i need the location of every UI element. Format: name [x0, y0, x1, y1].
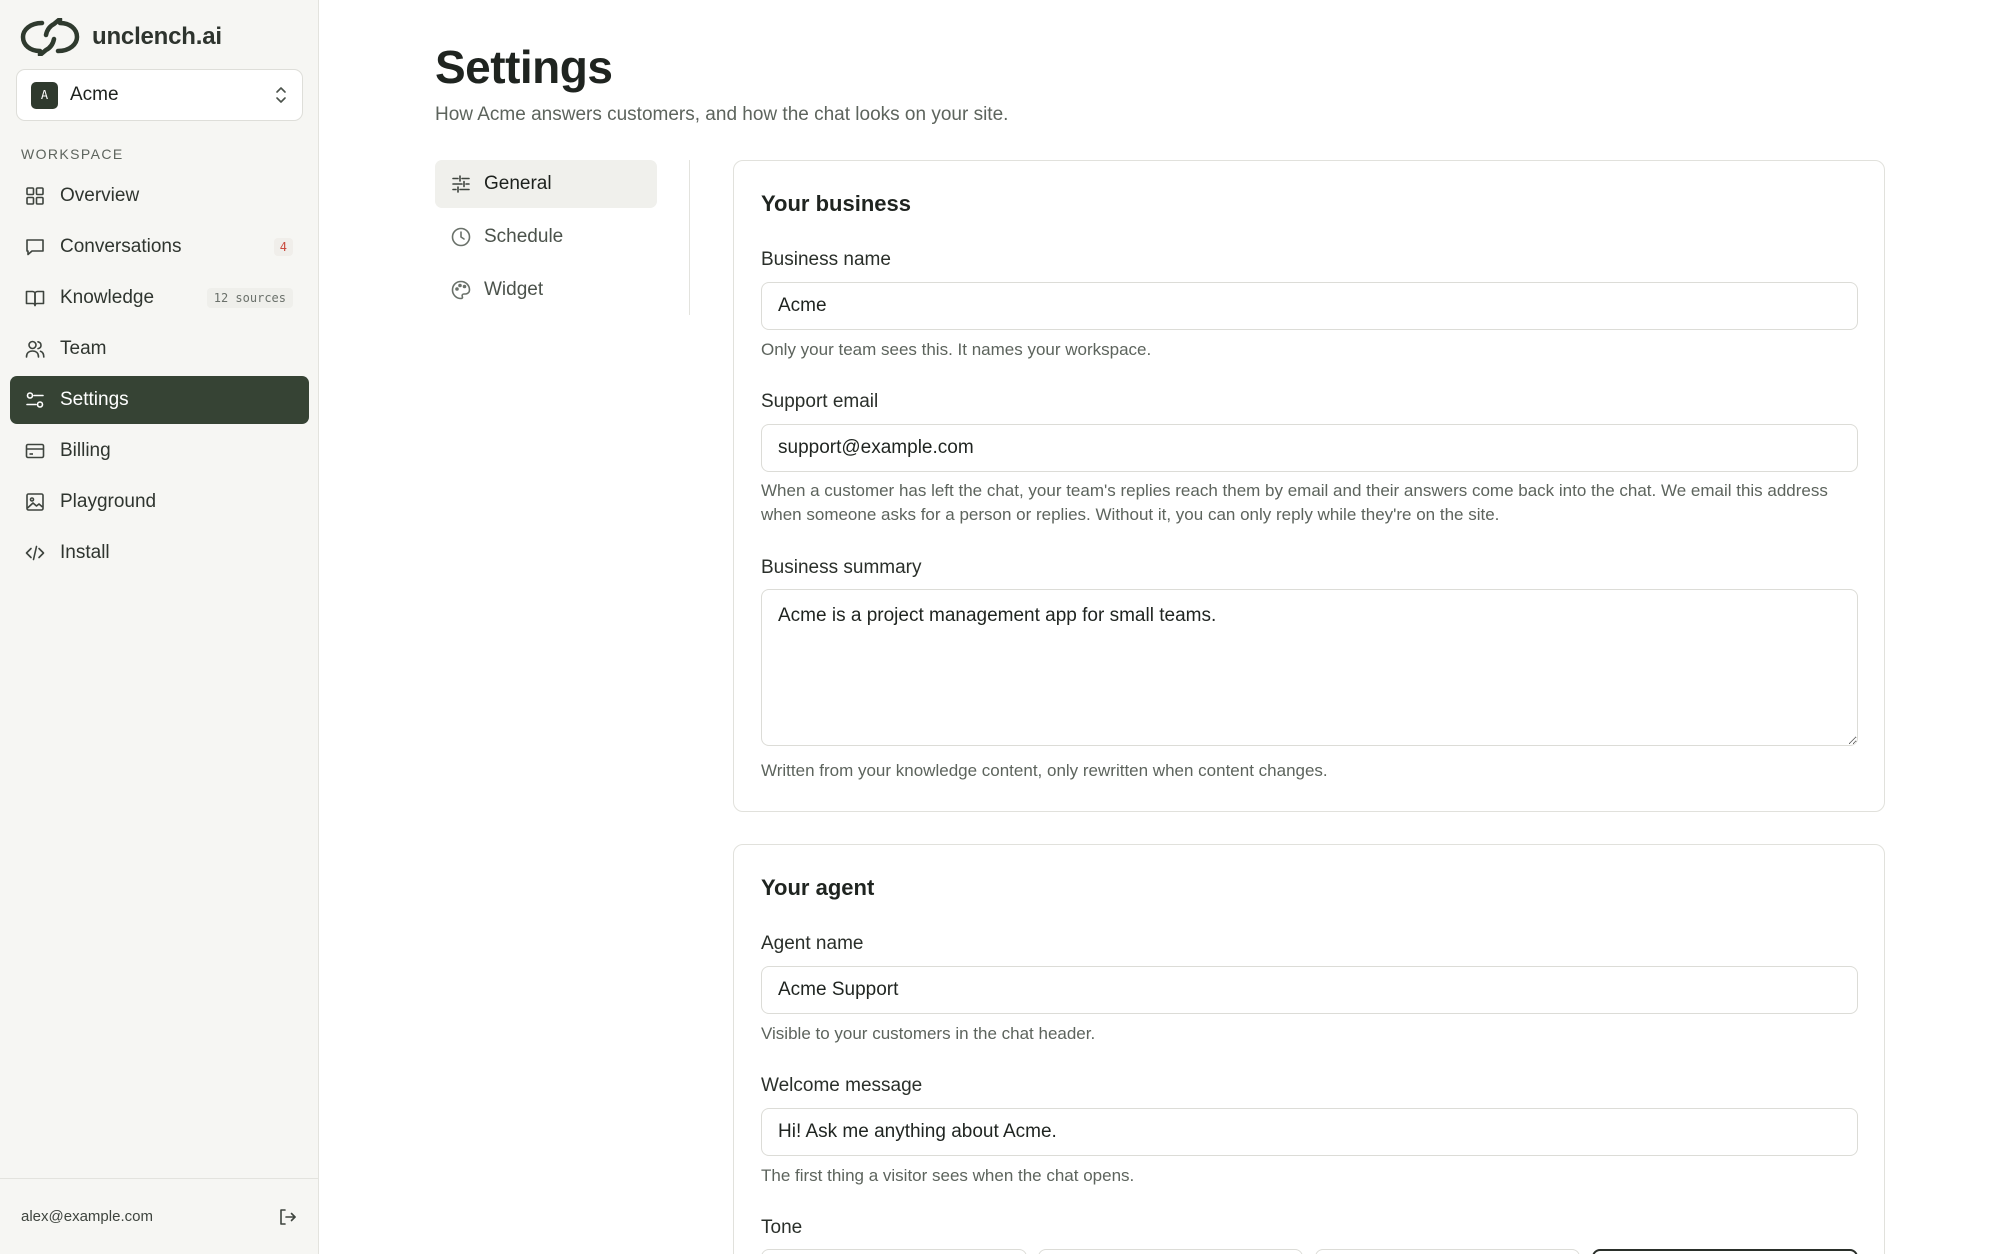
tone-option[interactable]	[1038, 1249, 1303, 1254]
sidebar-item-label: Overview	[60, 185, 140, 206]
book-icon	[25, 290, 45, 307]
sidebar-item-knowledge[interactable]: Knowledge 12 sources	[10, 274, 309, 322]
code-icon	[25, 545, 45, 561]
subnav-divider	[689, 160, 690, 315]
business-section-title: Your business	[761, 191, 911, 216]
agent-name-label: Agent name	[761, 933, 864, 954]
agent-name-help: Visible to your customers in the chat he…	[761, 1024, 1096, 1043]
welcome-message-label: Welcome message	[761, 1075, 923, 1096]
business-summary-label: Business summary	[761, 557, 922, 578]
sidebar-item-label: Playground	[60, 491, 157, 512]
agent-section-title: Your agent	[761, 875, 875, 900]
image-icon	[26, 493, 44, 511]
sidebar-item-label: Knowledge	[60, 287, 155, 308]
logo-icon	[20, 18, 80, 56]
app-name: unclench.ai	[92, 23, 222, 50]
sidebar-item-overview[interactable]: Overview	[10, 172, 309, 220]
brand[interactable]: unclench.ai	[20, 18, 222, 56]
sidebar-footer: alex@example.com	[0, 1178, 319, 1254]
business-card: Your business Business name Only your te…	[733, 160, 1885, 812]
tone-option-selected[interactable]	[1592, 1249, 1858, 1254]
message-icon	[26, 239, 44, 256]
nav-heading: WORKSPACE	[21, 146, 124, 162]
sidebar-item-label: Billing	[60, 440, 111, 461]
unread-count-badge: 4	[273, 238, 293, 256]
sidebar-item-install[interactable]: Install	[10, 529, 309, 577]
support-email-input[interactable]	[761, 424, 1858, 472]
tone-option[interactable]	[761, 1249, 1027, 1254]
sliders-icon	[26, 392, 44, 408]
page-title: Settings	[435, 41, 613, 93]
sidebar-item-conversations[interactable]: Conversations 4	[10, 223, 309, 271]
page-subtitle: How Acme answers customers, and how the …	[435, 104, 1009, 125]
welcome-message-help: The first thing a visitor sees when the …	[761, 1166, 1135, 1185]
tab-label: Schedule	[484, 226, 564, 247]
credit-card-icon	[25, 443, 45, 459]
grid-icon	[26, 187, 44, 205]
agent-card: Your agent Agent name Visible to your cu…	[733, 844, 1885, 1254]
workspace-name: Acme	[70, 84, 119, 105]
business-name-help: Only your team sees this. It names your …	[761, 340, 1152, 359]
tab-label: Widget	[484, 279, 544, 300]
sidebar: unclench.ai A Acme WORKSPACE Overview Co…	[0, 0, 319, 1254]
sidebar-nav: Overview Conversations 4 Knowledge 12 so…	[10, 172, 309, 580]
welcome-message-input[interactable]	[761, 1108, 1858, 1156]
user-email: alex@example.com	[21, 1208, 153, 1225]
logout-icon[interactable]	[277, 1207, 297, 1227]
sliders-icon	[452, 175, 470, 193]
sidebar-item-label: Install	[60, 542, 110, 563]
sources-count-badge: 12 sources	[206, 288, 293, 308]
business-summary-textarea[interactable]: Acme is a project management app for sma…	[761, 589, 1858, 746]
tab-widget[interactable]: Widget	[435, 266, 657, 314]
users-icon	[25, 340, 45, 358]
workspace-switcher[interactable]: A Acme	[16, 69, 303, 121]
business-name-input[interactable]	[761, 282, 1858, 330]
sidebar-item-playground[interactable]: Playground	[10, 478, 309, 526]
workspace-avatar: A	[31, 81, 58, 109]
sidebar-item-label: Conversations	[60, 236, 182, 257]
agent-name-input[interactable]	[761, 966, 1858, 1014]
sidebar-item-label: Team	[60, 338, 107, 359]
sidebar-item-settings[interactable]: Settings	[10, 376, 309, 424]
chevron-up-down-icon	[276, 87, 286, 103]
sidebar-item-billing[interactable]: Billing	[10, 427, 309, 475]
support-email-label: Support email	[761, 391, 879, 412]
sidebar-item-label: Settings	[60, 389, 129, 410]
sidebar-item-team[interactable]: Team	[10, 325, 309, 373]
tone-option[interactable]	[1315, 1249, 1580, 1254]
support-email-help: When a customer has left the chat, your …	[761, 481, 1828, 524]
tone-label: Tone	[761, 1217, 803, 1238]
clock-icon	[451, 227, 471, 247]
settings-subnav: General Schedule Widget	[435, 160, 657, 319]
tab-label: General	[484, 173, 552, 194]
palette-icon	[451, 280, 471, 300]
business-name-label: Business name	[761, 249, 891, 270]
business-summary-help: Written from your knowledge content, onl…	[761, 761, 1328, 780]
tab-general[interactable]: General	[435, 160, 657, 208]
tab-schedule[interactable]: Schedule	[435, 213, 657, 261]
